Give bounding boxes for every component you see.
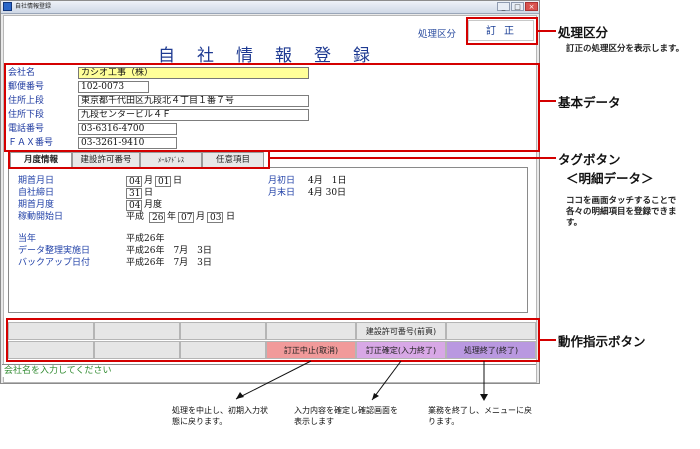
exit-arrow-head	[480, 394, 488, 401]
exit-note: 業務を終了し、メニューに戻ります。	[428, 406, 532, 426]
cancel-arrow	[235, 360, 312, 400]
confirm-note: 入力内容を確定し確認画面を表示します	[294, 406, 398, 426]
confirm-arrow	[371, 360, 402, 401]
annotation-arrows	[235, 360, 488, 401]
confirm-arrow-head	[372, 393, 379, 400]
cancel-note: 処理を中止し、初期入力状態に戻ります。	[172, 406, 268, 426]
